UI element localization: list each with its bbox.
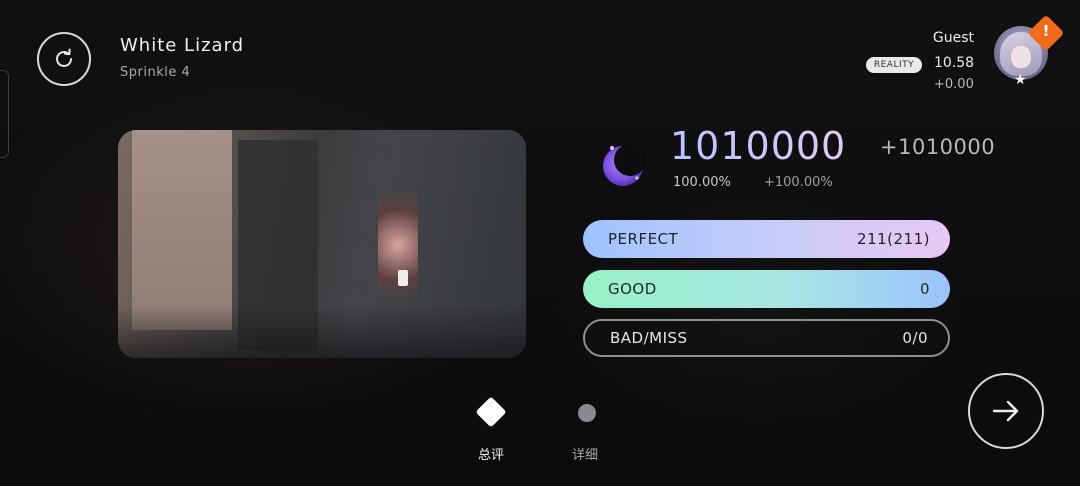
rks-value: 10.58	[934, 55, 975, 71]
good-count: 0	[919, 280, 930, 298]
tab-summary[interactable]: 总评	[478, 444, 504, 463]
reality-tag: REALITY	[866, 57, 922, 73]
star-icon: ★	[1014, 72, 1027, 88]
preview-note	[398, 270, 408, 286]
player-name: Guest	[932, 30, 974, 46]
preview-shape	[132, 130, 232, 330]
tab-detail[interactable]: 详细	[572, 444, 598, 463]
retry-button[interactable]	[37, 32, 91, 86]
perfect-label: PERFECT	[608, 230, 679, 248]
retry-icon	[56, 48, 72, 67]
notification-badge-text: !	[1042, 22, 1050, 40]
good-row: GOOD 0	[583, 270, 950, 308]
rks-delta: +0.00	[934, 77, 974, 92]
bad-miss-label: BAD/MISS	[610, 329, 688, 347]
preview-shade	[118, 305, 526, 358]
perfect-count: 211(211)	[857, 230, 930, 248]
bad-miss-row: BAD/MISS 0/0	[583, 319, 950, 357]
bad-miss-count: 0/0	[902, 329, 928, 347]
perfect-row: PERFECT 211(211)	[583, 220, 950, 258]
score: 1010000	[670, 124, 847, 168]
tab-detail-indicator[interactable]	[578, 404, 596, 422]
moon-rank-icon	[603, 144, 646, 186]
next-button[interactable]	[968, 373, 1044, 449]
accuracy-delta: +100.00%	[764, 175, 833, 190]
accuracy: 100.00%	[673, 175, 731, 190]
good-label: GOOD	[608, 280, 657, 298]
arrow-right-icon	[992, 400, 1019, 422]
side-edge-handle[interactable]	[0, 70, 9, 158]
song-difficulty: Sprinkle 4	[120, 65, 191, 80]
score-delta: +1010000	[880, 135, 996, 159]
song-preview-image	[118, 130, 526, 358]
song-title: White Lizard	[120, 35, 245, 56]
avatar-face	[1011, 46, 1031, 68]
